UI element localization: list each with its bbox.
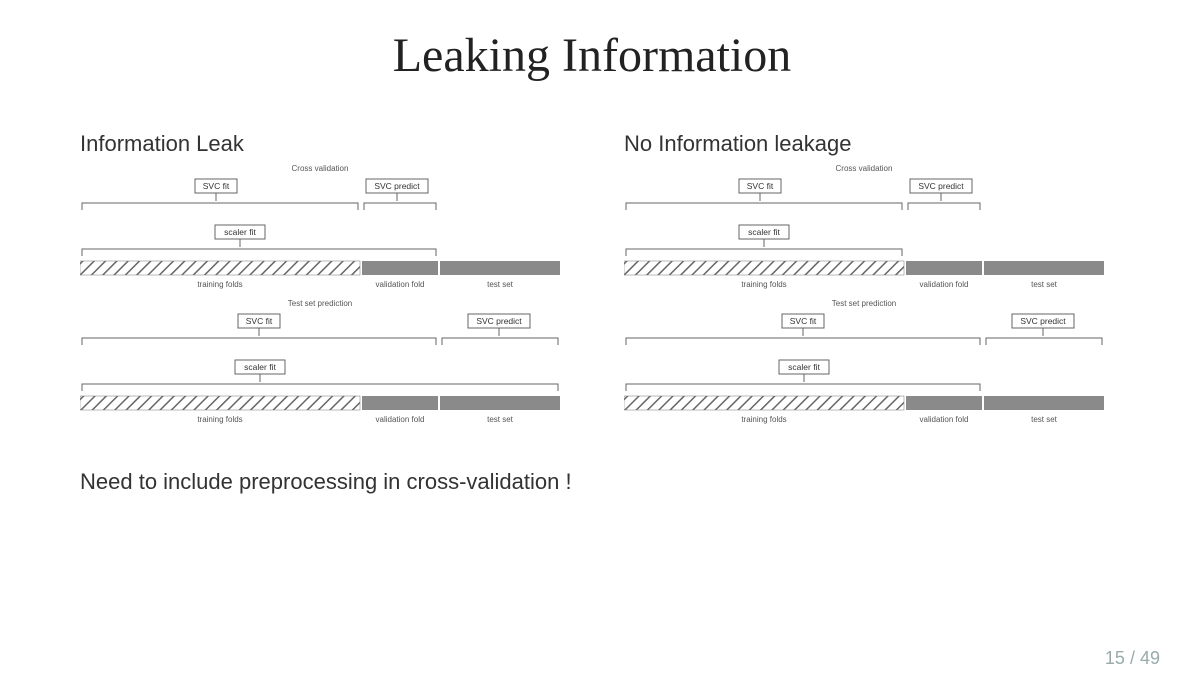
column-left: Information Leak Cross validation t [80, 131, 560, 431]
svg-text:test set: test set [1031, 280, 1058, 289]
leak-diagram: Cross validation training folds validati… [80, 161, 560, 431]
cv-svcpredict-bracket: SVC predict [908, 179, 980, 210]
svg-text:validation fold: validation fold [920, 415, 969, 424]
cv-scaler-bracket: scaler fit [626, 225, 902, 256]
label-test-set: test set [487, 280, 514, 289]
svg-text:test set: test set [487, 415, 514, 424]
svg-text:test set: test set [1031, 415, 1058, 424]
label-validation-fold: validation fold [376, 280, 425, 289]
svg-text:scaler fit: scaler fit [748, 227, 780, 237]
svg-text:SVC predict: SVC predict [476, 316, 522, 326]
page-title: Leaking Information [0, 28, 1184, 83]
svg-text:validation fold: validation fold [376, 415, 425, 424]
tsp-scaler-bracket: scaler fit [82, 360, 558, 391]
svg-text:SVC fit: SVC fit [246, 316, 273, 326]
column-right: No Information leakage Cross validation … [624, 131, 1104, 431]
tsp-svcfit-bracket: SVC fit [626, 314, 980, 345]
tsp-svcfit-bracket: SVC fit [82, 314, 436, 345]
diagram-columns: Information Leak Cross validation t [0, 131, 1184, 431]
label-cross-validation: Cross validation [836, 164, 893, 173]
svg-text:training folds: training folds [741, 280, 786, 289]
no-leak-diagram: Cross validation training folds validati… [624, 161, 1104, 431]
label-training-folds: training folds [197, 280, 242, 289]
svg-text:scaler fit: scaler fit [224, 227, 256, 237]
conclusion-text: Need to include preprocessing in cross-v… [0, 469, 1184, 495]
tsp-data-bar [624, 396, 1104, 410]
svg-text:scaler fit: scaler fit [244, 362, 276, 372]
label-test-set-prediction: Test set prediction [288, 299, 352, 308]
svg-text:SVC fit: SVC fit [790, 316, 817, 326]
svg-text:SVC predict: SVC predict [1020, 316, 1066, 326]
svg-text:SVC predict: SVC predict [374, 181, 420, 191]
svg-text:training folds: training folds [197, 415, 242, 424]
cv-scaler-bracket: scaler fit [82, 225, 436, 256]
svg-text:SVC predict: SVC predict [918, 181, 964, 191]
tsp-data-bar [80, 396, 560, 410]
left-column-heading: Information Leak [80, 131, 560, 157]
tsp-svcpredict-bracket: SVC predict [986, 314, 1102, 345]
tsp-svcpredict-bracket: SVC predict [442, 314, 558, 345]
cv-svcfit-bracket: SVC fit [82, 179, 358, 210]
page-current: 15 [1105, 648, 1125, 668]
tsp-scaler-bracket: scaler fit [626, 360, 980, 391]
cv-data-bar [80, 261, 560, 275]
right-column-heading: No Information leakage [624, 131, 1104, 157]
cv-data-bar [624, 261, 1104, 275]
svg-text:training folds: training folds [741, 415, 786, 424]
label-cross-validation: Cross validation [292, 164, 349, 173]
page-total: 49 [1140, 648, 1160, 668]
svg-text:SVC fit: SVC fit [747, 181, 774, 191]
svg-text:SVC fit: SVC fit [203, 181, 230, 191]
label-test-set-prediction: Test set prediction [832, 299, 896, 308]
svg-text:validation fold: validation fold [920, 280, 969, 289]
svg-text:scaler fit: scaler fit [788, 362, 820, 372]
cv-svcfit-bracket: SVC fit [626, 179, 902, 210]
cv-svcpredict-bracket: SVC predict [364, 179, 436, 210]
